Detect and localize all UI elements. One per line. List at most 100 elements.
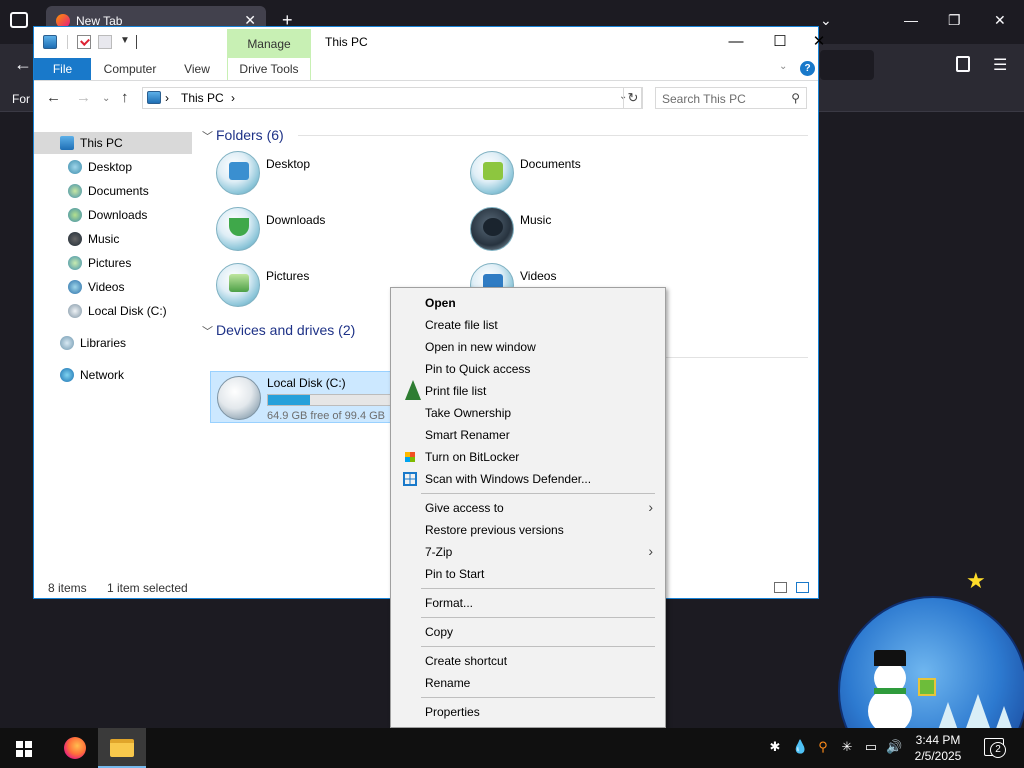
menu-item-pin-start[interactable]: Pin to Start (393, 563, 663, 585)
network-tray-icon[interactable]: ▭ (864, 740, 878, 754)
bookmark-item[interactable]: For (12, 92, 30, 106)
search-input[interactable] (662, 91, 782, 106)
tray-app-icon[interactable]: ✱ (768, 740, 782, 754)
browser-url-bar[interactable] (820, 50, 874, 80)
pictures-icon (68, 256, 82, 270)
folder-tile-downloads[interactable]: Downloads (216, 207, 466, 259)
menu-item-7zip[interactable]: 7-Zip › (393, 541, 663, 563)
menu-item-bitlocker[interactable]: Turn on BitLocker (393, 446, 663, 468)
folder-tile-documents[interactable]: Documents (470, 151, 720, 203)
menu-item-create-shortcut[interactable]: Create shortcut (393, 650, 663, 672)
menu-item-scan-defender[interactable]: Scan with Windows Defender... (393, 468, 663, 490)
taskbar-firefox[interactable] (50, 728, 98, 768)
menu-item-restore-versions[interactable]: Restore previous versions (393, 519, 663, 541)
pc-icon (60, 136, 74, 150)
close-button[interactable]: ✕ (804, 31, 834, 53)
menu-item-rename[interactable]: Rename (393, 672, 663, 694)
collapse-chevron-icon[interactable]: ﹀ (202, 128, 213, 144)
manage-tab[interactable]: Manage (227, 29, 311, 58)
sidebar-item-documents[interactable]: Documents (34, 180, 192, 202)
this-pc-icon (43, 35, 57, 49)
sidebar-item-libraries[interactable]: Libraries (34, 332, 192, 354)
large-icons-view-icon[interactable] (796, 582, 809, 593)
browser-close-button[interactable]: ✕ (994, 12, 1006, 29)
minimize-button[interactable]: — (716, 31, 756, 53)
file-explorer-icon (110, 739, 134, 757)
downloads-icon (216, 207, 260, 251)
menu-item-smart-renamer[interactable]: Smart Renamer (393, 424, 663, 446)
properties-icon[interactable] (77, 35, 91, 49)
list-all-tabs-icon[interactable]: ⌄ (820, 12, 832, 29)
item-count: 8 items (48, 581, 87, 595)
clock-date: 2/5/2025 (914, 749, 962, 763)
menu-item-pin-quick-access[interactable]: Pin to Quick access (393, 358, 663, 380)
desktop-icon (216, 151, 260, 195)
tray-snowflake-icon[interactable]: ✳ (840, 740, 854, 754)
breadcrumb-chevron-icon[interactable]: › (231, 91, 235, 105)
menu-item-take-ownership[interactable]: Take Ownership (393, 402, 663, 424)
menu-item-format[interactable]: Format... (393, 592, 663, 614)
sidebar-item-this-pc[interactable]: This PC (34, 132, 192, 154)
browser-back-icon[interactable]: ← (14, 54, 32, 75)
collapse-chevron-icon[interactable]: ﹀ (202, 323, 213, 339)
breadcrumb-separator-icon[interactable]: › (165, 91, 169, 105)
maximize-button[interactable]: ☐ (760, 31, 800, 53)
tray-drop-icon[interactable]: 💧 (792, 740, 808, 754)
new-folder-icon[interactable] (98, 35, 112, 49)
menu-item-open[interactable]: Open (393, 292, 663, 314)
tab-drive-tools[interactable]: Drive Tools (227, 58, 311, 80)
recent-locations-icon[interactable]: ⌄ (102, 93, 110, 104)
drive-tile-local-disk[interactable]: Local Disk (C:) 64.9 GB free of 99.4 GB (210, 371, 394, 423)
expand-ribbon-icon[interactable]: ⌄ (779, 61, 787, 72)
volume-icon[interactable]: 🔊 (886, 740, 902, 754)
sidebar-item-downloads[interactable]: Downloads (34, 204, 192, 226)
menu-item-properties[interactable]: Properties (393, 701, 663, 723)
downloads-icon (68, 208, 82, 222)
taskbar-file-explorer[interactable] (98, 728, 146, 768)
folder-tile-music[interactable]: Music (470, 207, 720, 259)
breadcrumb-this-pc[interactable]: This PC (181, 91, 224, 105)
libraries-icon (60, 336, 74, 350)
sidebar-item-videos[interactable]: Videos (34, 276, 192, 298)
tab-list-icon[interactable] (10, 12, 28, 28)
hamburger-menu-icon[interactable]: ☰ (993, 55, 1007, 75)
system-clock[interactable]: 3:44 PM 2/5/2025 (904, 732, 972, 764)
tray-search-icon[interactable]: ⚲ (816, 740, 830, 754)
sidebar-item-desktop[interactable]: Desktop (34, 156, 192, 178)
browser-minimize-button[interactable]: — (904, 12, 918, 28)
help-icon[interactable]: ? (800, 61, 815, 76)
selection-count: 1 item selected (107, 581, 188, 595)
customize-qat-icon[interactable]: ▼ (120, 35, 130, 46)
back-arrow-icon[interactable]: ← (46, 89, 61, 106)
documents-icon (68, 184, 82, 198)
menu-item-copy[interactable]: Copy (393, 621, 663, 643)
start-button[interactable] (0, 728, 48, 768)
details-view-icon[interactable] (774, 582, 787, 593)
tab-computer[interactable]: Computer (98, 58, 162, 80)
navigation-pane: This PC Desktop Documents Downloads Musi… (34, 132, 192, 572)
sidebar-item-pictures[interactable]: Pictures (34, 252, 192, 274)
clock-time: 3:44 PM (915, 733, 961, 747)
browser-restore-button[interactable]: ❐ (948, 12, 961, 29)
window-title: This PC (325, 35, 368, 49)
folder-tile-desktop[interactable]: Desktop (216, 151, 466, 203)
menu-item-give-access[interactable]: Give access to › (393, 497, 663, 519)
tab-view[interactable]: View (175, 58, 219, 80)
extensions-icon[interactable] (956, 56, 970, 72)
tab-file[interactable]: File (34, 58, 91, 80)
search-box[interactable]: ⚲ (655, 87, 807, 109)
refresh-button[interactable]: ↻ (623, 87, 643, 109)
ribbon-tabs: File Computer View Drive Tools (34, 58, 818, 81)
search-icon[interactable]: ⚲ (791, 91, 800, 105)
sidebar-item-music[interactable]: Music (34, 228, 192, 250)
sidebar-item-network[interactable]: Network (34, 364, 192, 386)
menu-item-create-file-list[interactable]: Create file list (393, 314, 663, 336)
menu-item-print-file-list[interactable]: Print file list (393, 380, 663, 402)
sidebar-item-local-disk[interactable]: Local Disk (C:) (34, 300, 192, 322)
menu-item-open-new-window[interactable]: Open in new window (393, 336, 663, 358)
address-bar[interactable]: › This PC › ⌄ (142, 87, 642, 109)
up-arrow-icon[interactable]: ↑ (121, 89, 129, 106)
this-pc-icon (147, 91, 161, 104)
forward-arrow-icon[interactable]: → (76, 89, 91, 106)
taskbar: ✱ 💧 ⚲ ✳ ▭ 🔊 3:44 PM 2/5/2025 2 (0, 728, 1024, 768)
